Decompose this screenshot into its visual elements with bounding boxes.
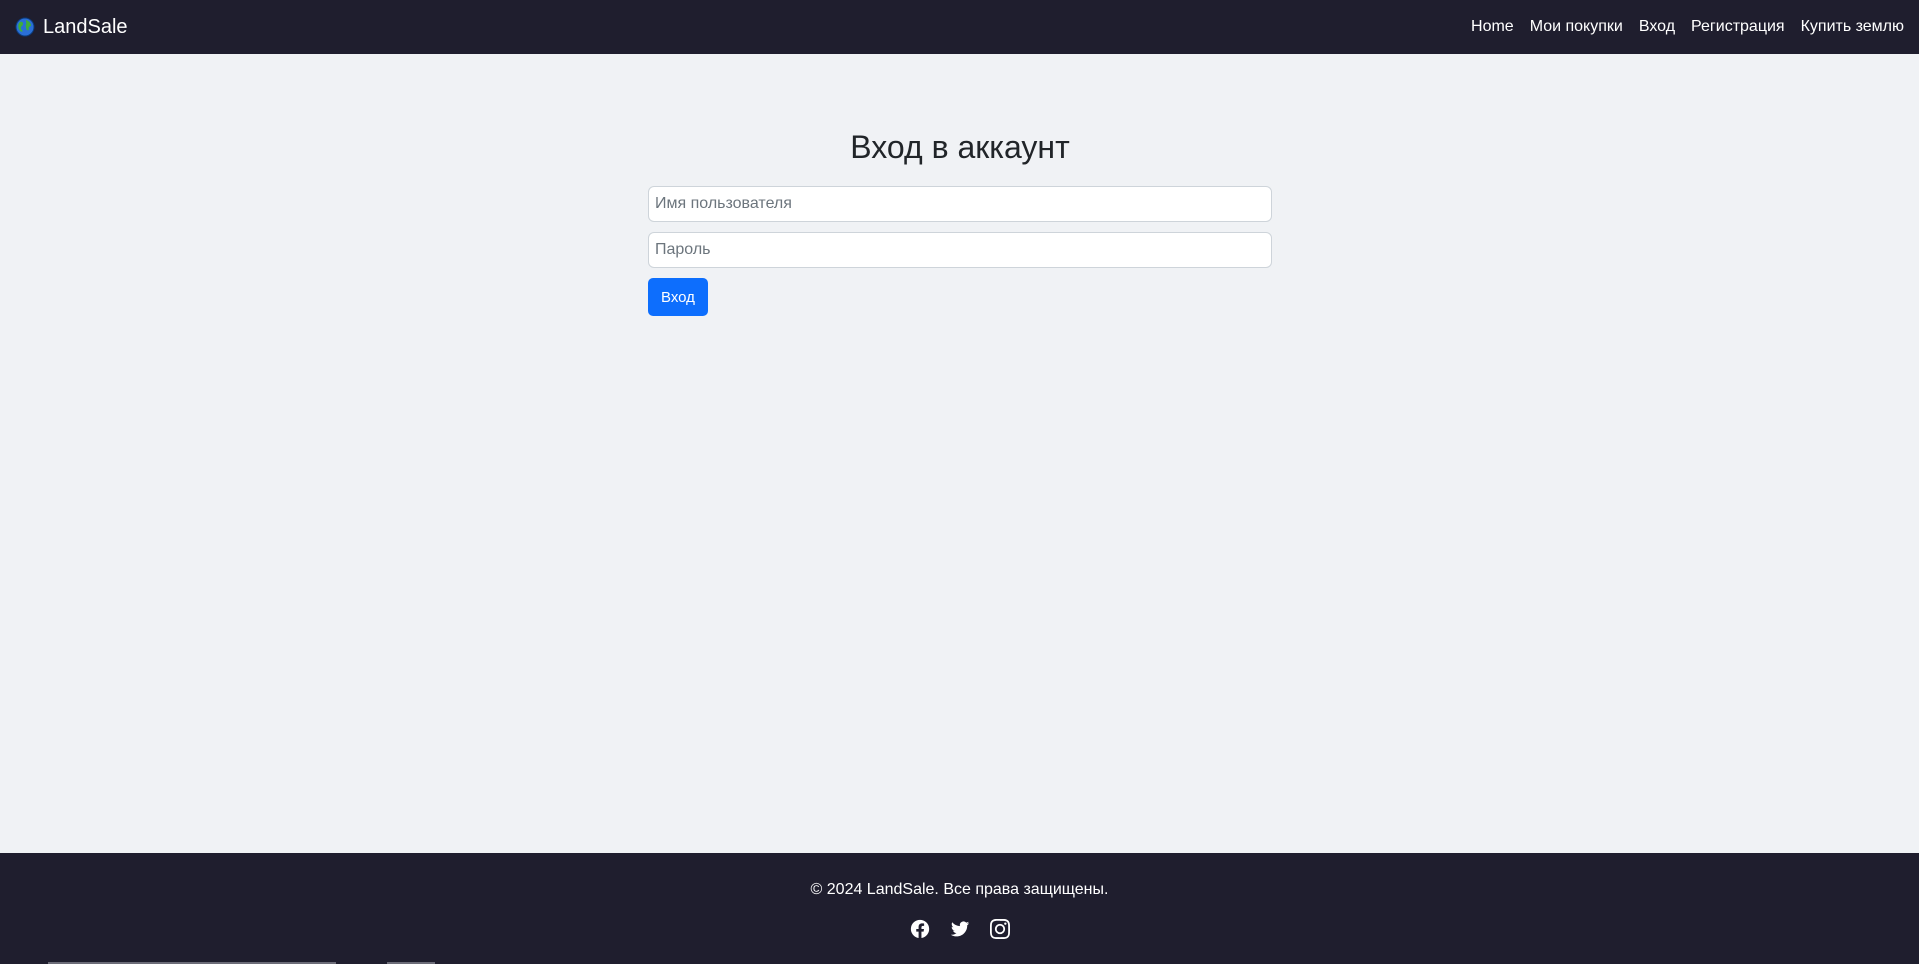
nav-link-home[interactable]: Home [1471,18,1514,36]
instagram-icon[interactable] [989,919,1010,939]
brand-link[interactable]: LandSale [15,16,128,39]
password-input[interactable] [648,232,1272,269]
main-content: Вход в аккаунт Вход [0,54,1919,853]
login-form: Вход в аккаунт Вход [648,128,1272,317]
social-links [0,919,1919,939]
username-input[interactable] [648,186,1272,223]
page-title: Вход в аккаунт [850,129,1070,165]
facebook-icon[interactable] [910,919,930,939]
login-button[interactable]: Вход [648,278,708,317]
navbar: LandSale Home Мои покупки Вход Регистрац… [0,0,1919,54]
brand-name: LandSale [43,15,128,38]
twitter-icon[interactable] [950,919,970,939]
globe-icon [15,17,35,37]
nav-link-my-purchases[interactable]: Мои покупки [1530,18,1623,36]
footer: © 2024 LandSale. Все права защищены. [0,853,1919,964]
nav-link-register[interactable]: Регистрация [1691,18,1785,36]
nav-link-buy-land[interactable]: Купить землю [1801,18,1904,36]
nav-link-login[interactable]: Вход [1639,18,1675,36]
nav-links: Home Мои покупки Вход Регистрация Купить… [1471,18,1904,36]
copyright-text: © 2024 LandSale. Все права защищены. [810,881,1109,898]
